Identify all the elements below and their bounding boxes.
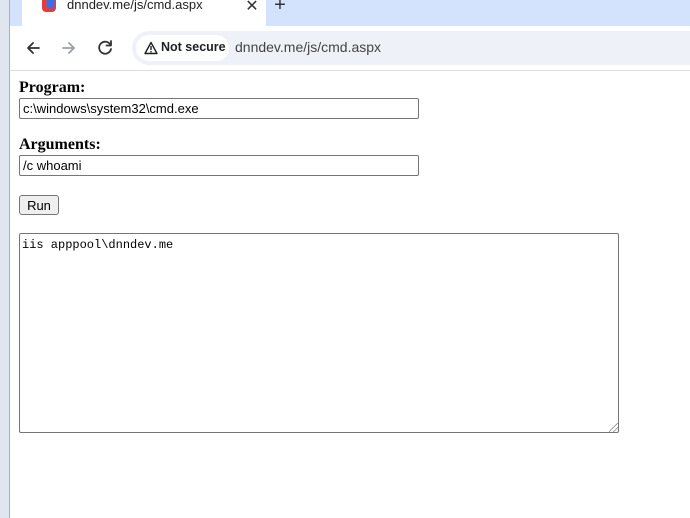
tab-strip: dnndev.me/js/cmd.aspx ✕ + [10, 0, 690, 26]
new-tab-icon[interactable]: + [270, 0, 290, 17]
reload-icon[interactable] [94, 37, 116, 59]
arguments-label: Arguments: [19, 136, 101, 153]
close-tab-icon[interactable]: ✕ [244, 0, 260, 16]
back-arrow-icon[interactable] [22, 37, 44, 59]
security-chip[interactable]: Not secure [136, 35, 229, 61]
window-left-edge [0, 0, 10, 518]
tab-title: dnndev.me/js/cmd.aspx [67, 0, 203, 12]
url-text[interactable]: dnndev.me/js/cmd.aspx [235, 39, 381, 55]
page-content: Program: Arguments: Run iis apppool\dnnd… [10, 71, 690, 518]
not-secure-label: Not secure [161, 40, 226, 54]
address-bar[interactable]: Not secure dnndev.me/js/cmd.aspx [132, 31, 690, 65]
warning-triangle-icon [144, 41, 158, 55]
program-input[interactable] [19, 98, 419, 119]
active-tab[interactable]: dnndev.me/js/cmd.aspx ✕ [22, 0, 266, 26]
site-favicon-icon [42, 0, 56, 12]
forward-arrow-icon[interactable] [58, 37, 80, 59]
output-textarea[interactable]: iis apppool\dnndev.me [19, 233, 619, 433]
run-button[interactable]: Run [19, 195, 59, 215]
arguments-input[interactable] [19, 155, 419, 176]
resize-grip-icon[interactable] [609, 423, 618, 432]
program-label: Program: [19, 79, 86, 96]
browser-toolbar: Not secure dnndev.me/js/cmd.aspx [10, 26, 690, 70]
